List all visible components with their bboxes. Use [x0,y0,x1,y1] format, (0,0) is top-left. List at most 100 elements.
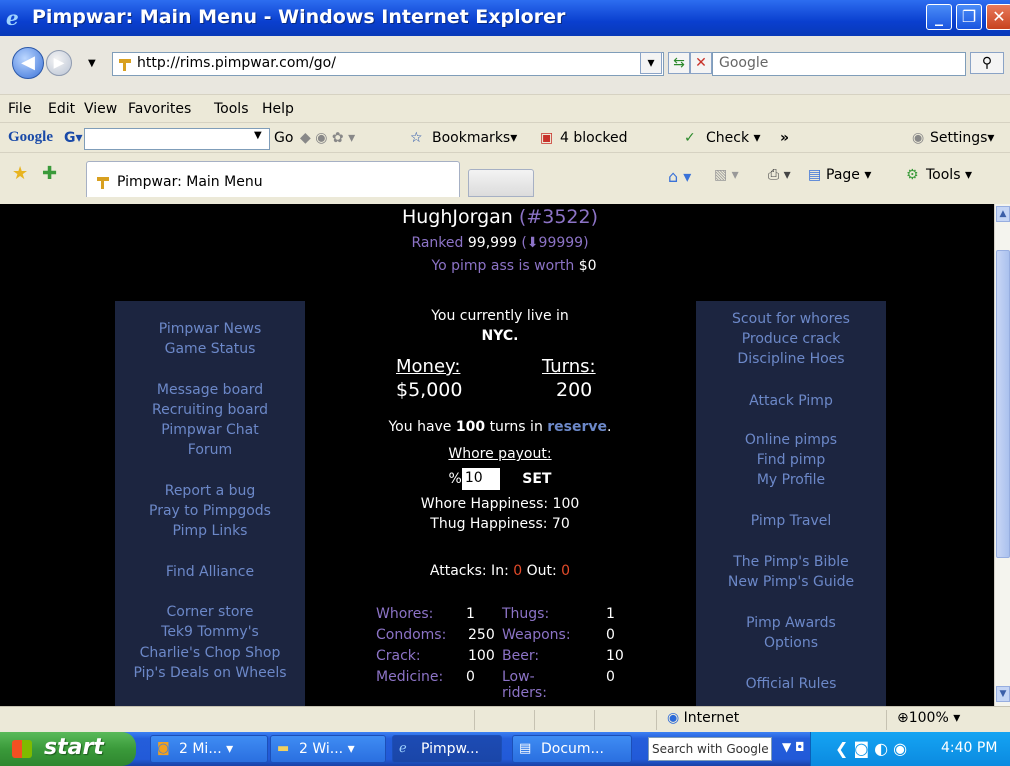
page-content: Pimpwar News Game Status Message board R… [0,204,994,706]
stop-icon[interactable]: ✕ [690,52,712,74]
clock: 4:40 PM [941,740,998,756]
payout-input[interactable]: 10 [461,468,500,490]
address-input[interactable]: http://rims.pimpwar.com/go/ [112,52,664,76]
current-city: NYC. [481,328,519,344]
refresh-icon[interactable]: ⇆ [668,52,690,74]
set-payout-button[interactable]: SET [522,471,551,487]
google-search-input[interactable] [84,128,270,150]
link-recruiting-board[interactable]: Recruiting board [115,402,305,418]
link-pimp-links[interactable]: Pimp Links [115,523,305,539]
link-produce-crack[interactable]: Produce crack [696,331,886,347]
taskbar-google-search[interactable]: Search with Google [648,737,772,761]
print-icon[interactable]: ⎙ ▾ [768,167,791,183]
popup-blocked-count[interactable]: 4 blocked [560,130,628,146]
minimize-button[interactable]: _ [926,4,952,30]
page-icon: ▤ [808,167,822,183]
link-official-rules[interactable]: Official Rules [696,676,886,692]
scroll-up-icon[interactable]: ▲ [996,206,1010,222]
link-report-bug[interactable]: Report a bug [115,483,305,499]
link-game-status[interactable]: Game Status [115,341,305,357]
taskbar-item-outlook[interactable]: ◙ 2 Mi... ▾ [150,735,268,763]
link-tek9-tommys[interactable]: Tek9 Tommy's [115,624,305,640]
link-attack-pimp[interactable]: Attack Pimp [696,393,886,409]
link-charlies-chop-shop[interactable]: Charlie's Chop Shop [115,645,305,661]
settings-button[interactable]: Settings▾ [930,130,994,146]
link-online-pimps[interactable]: Online pimps [696,432,886,448]
reserve-info: You have 100 turns in reserve. [388,419,612,435]
tray-icons[interactable]: ❮ ◙ ◐ ◉ [835,739,907,758]
window-title-bar[interactable]: ℯ Pimpwar: Main Menu - Windows Internet … [0,0,1010,36]
tools-menu-button[interactable]: Tools ▾ [926,167,972,183]
security-zone: ◉ Internet [656,710,886,730]
tab-pimpwar-main-menu[interactable]: Pimpwar: Main Menu [86,161,460,197]
link-pimp-travel[interactable]: Pimp Travel [696,513,886,529]
link-new-pimps-guide[interactable]: New Pimp's Guide [696,574,886,590]
vertical-scrollbar[interactable]: ▲ ▼ [994,204,1010,706]
search-input[interactable]: Google [712,52,966,76]
maximize-button[interactable]: ❐ [956,4,982,30]
google-toolbar: Google G▾ ▼ Go ◆ ◉ ✿ ▾ ☆ Bookmarks▾ ▣ 4 … [0,122,1010,152]
history-dropdown-icon[interactable]: ▼ [88,58,96,69]
home-icon[interactable]: ⌂ ▾ [668,167,691,186]
menu-file[interactable]: File [8,101,31,117]
add-favorites-icon[interactable]: ✚ [42,163,57,184]
link-corner-store[interactable]: Corner store [115,604,305,620]
menu-edit[interactable]: Edit [48,101,75,117]
menu-help[interactable]: Help [262,101,294,117]
new-tab-button[interactable] [468,169,534,197]
internet-explorer-icon: ℯ [399,741,407,756]
search-options-icon[interactable]: ▼ ◘ [782,740,805,754]
feeds-icon[interactable]: ▧ ▾ [714,167,739,183]
player-rank: Ranked 99,999 (⬇99999) [411,235,589,251]
player-header: HughJorgan (#3522) [320,206,680,228]
google-go-button[interactable]: Go [274,130,293,146]
link-pimps-bible[interactable]: The Pimp's Bible [696,554,886,570]
reserve-link[interactable]: reserve [547,419,607,435]
google-g-icon[interactable]: G▾ [64,130,83,146]
forward-button[interactable]: ▶ [46,50,72,76]
menu-view[interactable]: View [84,101,117,117]
check-button[interactable]: Check ▾ [706,130,761,146]
link-forum[interactable]: Forum [115,442,305,458]
taskbar-item-ie[interactable]: ℯ Pimpw... [392,735,502,763]
status-bar: ◉ Internet ⊕100% ▾ [0,706,1010,732]
scroll-down-icon[interactable]: ▼ [996,686,1010,702]
link-discipline-hoes[interactable]: Discipline Hoes [696,351,886,367]
scroll-thumb[interactable] [996,250,1010,558]
link-pimpwar-news[interactable]: Pimpwar News [115,321,305,337]
link-find-pimp[interactable]: Find pimp [696,452,886,468]
link-options[interactable]: Options [696,635,886,651]
favorites-star-icon[interactable]: ★ [12,163,28,184]
money-label: Money: [396,356,461,377]
taskbar-item-explorer[interactable]: ▬ 2 Wi... ▾ [270,735,386,763]
start-button[interactable]: start [0,732,136,766]
link-message-board[interactable]: Message board [115,382,305,398]
menu-favorites[interactable]: Favorites [128,101,191,117]
link-pimpwar-chat[interactable]: Pimpwar Chat [115,422,305,438]
right-nav-panel: Scout for whores Produce crack Disciplin… [696,301,886,706]
globe-icon: ◉ [667,710,680,726]
close-window-button[interactable]: ✕ [986,4,1010,30]
page-menu-button[interactable]: Page ▾ [826,167,871,183]
rank-down-arrow-icon: ⬇ [526,235,539,251]
link-scout-whores[interactable]: Scout for whores [696,311,886,327]
link-pimp-awards[interactable]: Pimp Awards [696,615,886,631]
tab-bar: ★ ✚ Pimpwar: Main Menu ⌂ ▾ ▧ ▾ ⎙ ▾ ▤ Pag… [0,152,1010,204]
taskbar-item-document[interactable]: ▤ Docum... [512,735,632,763]
toolbar-more-button[interactable]: » [780,130,789,146]
attacks-out: 0 [561,563,571,579]
menu-tools[interactable]: Tools [214,101,249,117]
link-pips-deals[interactable]: Pip's Deals on Wheels [115,665,305,681]
toolbar-buttons-icons[interactable]: ◆ ◉ ✿ ▾ [300,130,355,146]
link-my-profile[interactable]: My Profile [696,472,886,488]
google-dropdown-icon[interactable]: ▼ [254,130,262,141]
bookmarks-button[interactable]: Bookmarks▾ [432,130,517,146]
link-pray-to-pimpgods[interactable]: Pray to Pimpgods [115,503,305,519]
link-find-alliance[interactable]: Find Alliance [115,564,305,580]
back-button[interactable]: ◀ [12,47,44,79]
zoom-level[interactable]: ⊕100% ▾ [886,710,1010,730]
search-icon[interactable]: ⚲ [970,52,1004,74]
address-url: http://rims.pimpwar.com/go/ [137,55,336,71]
turns-label: Turns: [542,356,596,377]
address-dropdown-icon[interactable]: ▾ [640,52,662,74]
